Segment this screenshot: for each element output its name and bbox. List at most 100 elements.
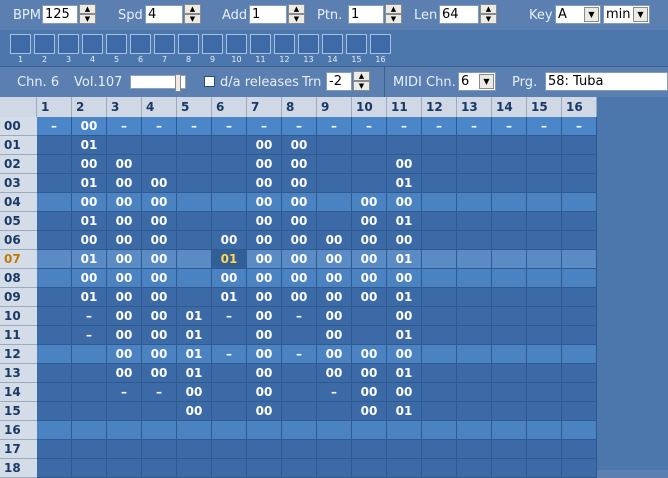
pattern-cell[interactable] (457, 364, 492, 383)
column-header[interactable]: 5 (177, 97, 212, 117)
step-button[interactable] (346, 34, 367, 54)
pattern-cell[interactable]: – (177, 117, 212, 136)
pattern-cell[interactable]: 00 (107, 364, 142, 383)
pattern-cell[interactable] (562, 364, 597, 383)
pattern-cell[interactable] (527, 155, 562, 174)
pattern-cell[interactable] (457, 155, 492, 174)
pattern-cell[interactable] (492, 136, 527, 155)
pattern-cell[interactable] (527, 364, 562, 383)
pattern-cell[interactable]: 00 (212, 269, 247, 288)
pattern-cell[interactable]: 00 (107, 231, 142, 250)
step-button[interactable] (202, 34, 223, 54)
pattern-cell[interactable]: 01 (177, 307, 212, 326)
row-header[interactable]: 09 (0, 288, 37, 307)
row-header[interactable]: 13 (0, 364, 37, 383)
pattern-cell[interactable]: 00 (282, 288, 317, 307)
pattern-cell[interactable] (457, 269, 492, 288)
pattern-cell[interactable] (422, 326, 457, 345)
pattern-cell[interactable] (527, 231, 562, 250)
pattern-cell[interactable] (527, 193, 562, 212)
pattern-cell[interactable]: 00 (282, 155, 317, 174)
column-header[interactable]: 3 (107, 97, 142, 117)
pattern-cell[interactable] (457, 345, 492, 364)
pattern-cell[interactable] (527, 307, 562, 326)
pattern-cell[interactable] (37, 250, 72, 269)
pattern-cell[interactable]: 00 (247, 402, 282, 421)
up-arrow-icon[interactable]: ▲ (353, 71, 370, 81)
pattern-cell[interactable] (422, 174, 457, 193)
pattern-cell[interactable] (562, 440, 597, 459)
pattern-cell[interactable] (317, 440, 352, 459)
row-header[interactable]: 16 (0, 421, 37, 440)
pattern-cell[interactable] (177, 288, 212, 307)
key-select[interactable]: A ▼ (555, 5, 601, 24)
pattern-cell[interactable]: 00 (247, 326, 282, 345)
pattern-cell[interactable]: 00 (72, 117, 107, 136)
pattern-cell[interactable] (422, 231, 457, 250)
pattern-cell[interactable] (212, 383, 247, 402)
column-header[interactable]: 6 (212, 97, 247, 117)
pattern-cell[interactable] (212, 193, 247, 212)
pattern-cell[interactable] (37, 364, 72, 383)
step-button[interactable] (106, 34, 127, 54)
pattern-cell[interactable] (387, 459, 422, 478)
row-header[interactable]: 08 (0, 269, 37, 288)
step-button[interactable] (130, 34, 151, 54)
pattern-cell[interactable]: 00 (107, 326, 142, 345)
pattern-cell[interactable] (492, 383, 527, 402)
pattern-cell[interactable]: 00 (142, 307, 177, 326)
pattern-cell[interactable] (457, 326, 492, 345)
midi-channel-select[interactable]: 6 ▼ (458, 72, 496, 91)
add-field[interactable]: 1 (249, 5, 287, 24)
pattern-cell[interactable]: 00 (352, 212, 387, 231)
column-header[interactable]: 13 (457, 97, 492, 117)
row-header[interactable]: 15 (0, 402, 37, 421)
pattern-cell[interactable]: 00 (142, 212, 177, 231)
pattern-cell[interactable] (527, 250, 562, 269)
pattern-cell[interactable] (177, 250, 212, 269)
pattern-cell[interactable] (422, 345, 457, 364)
pattern-cell[interactable]: – (282, 345, 317, 364)
down-arrow-icon[interactable]: ▼ (353, 81, 370, 91)
pattern-cell[interactable] (457, 307, 492, 326)
pattern-cell[interactable] (177, 421, 212, 440)
pattern-cell[interactable]: 01 (387, 212, 422, 231)
row-header[interactable]: 06 (0, 231, 37, 250)
pattern-cell[interactable] (457, 440, 492, 459)
pattern-cell[interactable] (422, 193, 457, 212)
pattern-cell[interactable]: 00 (387, 193, 422, 212)
pattern-cell[interactable]: 00 (247, 231, 282, 250)
pattern-cell[interactable]: 00 (352, 269, 387, 288)
step-button[interactable] (34, 34, 55, 54)
pattern-cell[interactable]: 01 (177, 326, 212, 345)
pattern-cell[interactable] (282, 364, 317, 383)
pattern-cell[interactable] (492, 174, 527, 193)
pattern-cell[interactable] (247, 459, 282, 478)
pattern-cell[interactable] (212, 459, 247, 478)
pattern-cell[interactable] (72, 402, 107, 421)
pattern-cell[interactable] (422, 364, 457, 383)
pattern-cell[interactable]: 00 (282, 136, 317, 155)
pattern-cell[interactable] (562, 250, 597, 269)
pattern-cell[interactable] (72, 345, 107, 364)
pattern-cell[interactable] (422, 212, 457, 231)
pattern-cell[interactable] (492, 440, 527, 459)
pattern-cell[interactable] (527, 459, 562, 478)
pattern-cell[interactable] (177, 269, 212, 288)
len-field[interactable]: 64 (439, 5, 479, 24)
pattern-cell[interactable] (527, 269, 562, 288)
pattern-cell[interactable]: – (107, 117, 142, 136)
step-button[interactable] (58, 34, 79, 54)
pattern-cell[interactable] (492, 155, 527, 174)
pattern-cell[interactable] (142, 421, 177, 440)
pattern-cell[interactable]: – (212, 117, 247, 136)
pattern-cell[interactable] (212, 402, 247, 421)
pattern-cell[interactable]: 00 (72, 155, 107, 174)
pattern-cell[interactable]: 00 (107, 174, 142, 193)
pattern-cell[interactable]: 00 (282, 174, 317, 193)
pattern-cell[interactable] (282, 440, 317, 459)
pattern-cell[interactable]: – (247, 117, 282, 136)
pattern-cell[interactable] (562, 174, 597, 193)
program-field[interactable]: 58: Tuba (545, 72, 668, 91)
pattern-cell[interactable]: 00 (282, 269, 317, 288)
